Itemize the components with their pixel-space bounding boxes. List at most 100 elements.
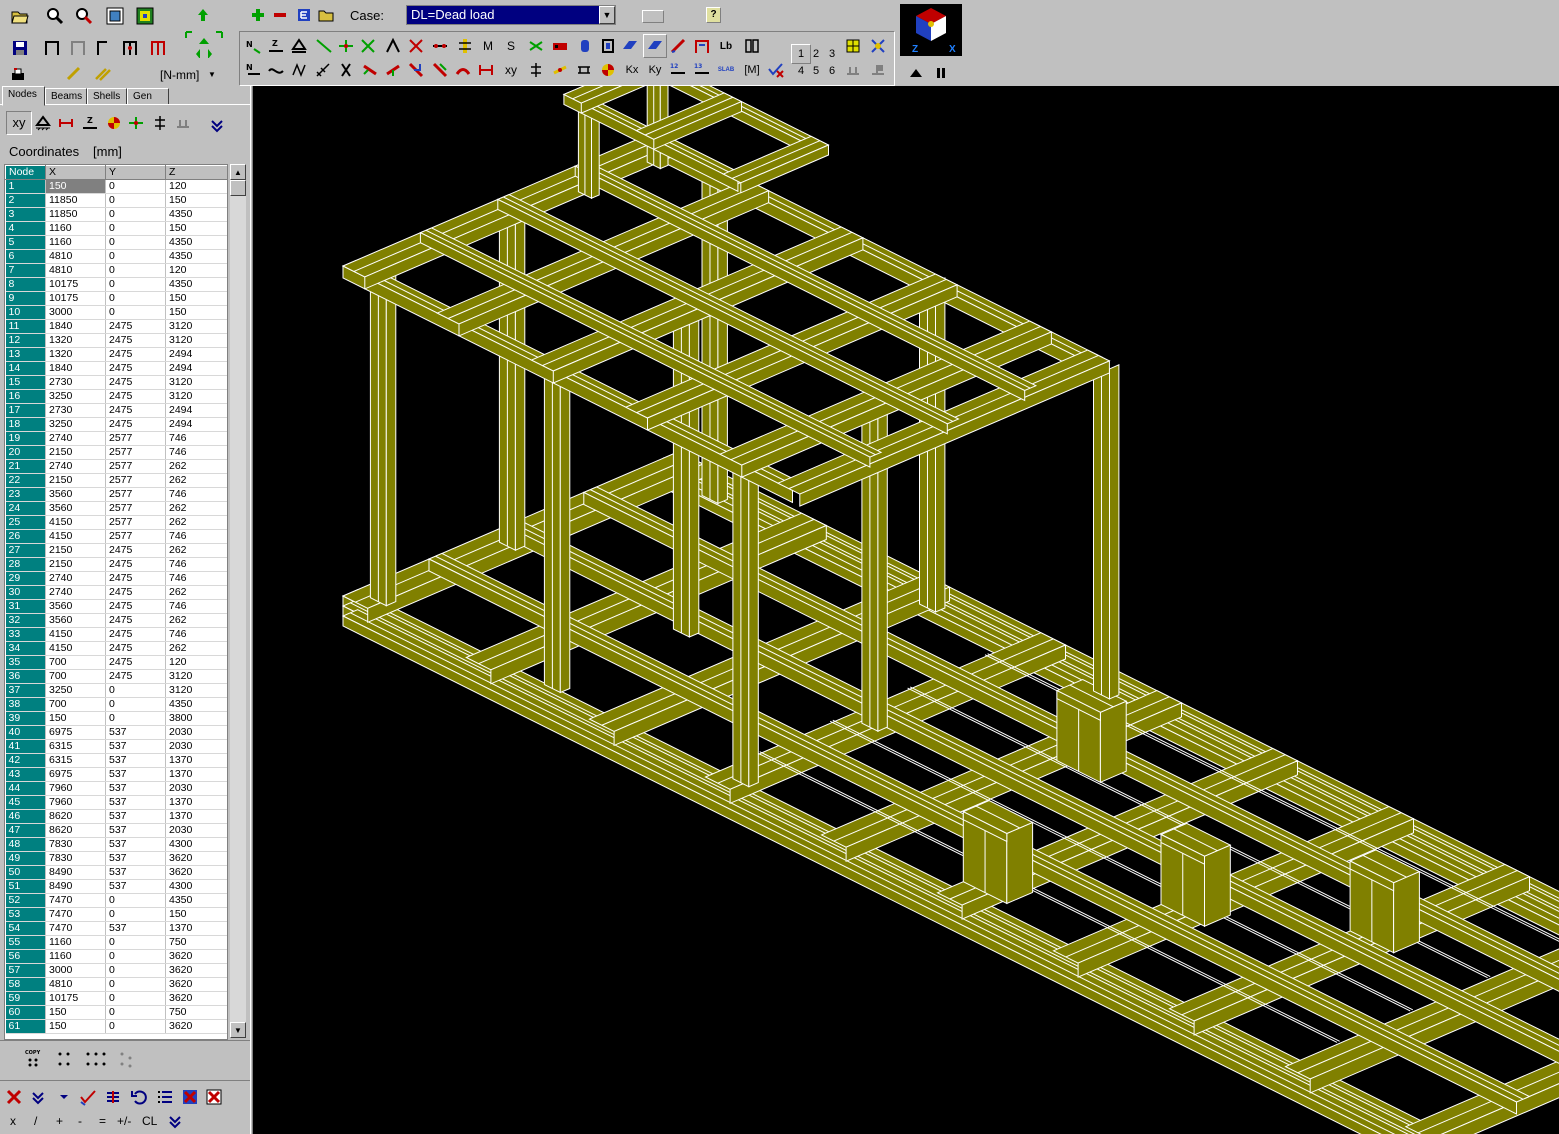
cell-z[interactable]: 746 xyxy=(165,431,227,446)
table-row[interactable]: 12 1320 2475 3120 xyxy=(5,333,227,348)
cell-x[interactable]: 150 xyxy=(45,1019,106,1034)
tab-shells[interactable]: Shells xyxy=(87,88,127,105)
member-m-button[interactable]: [M] xyxy=(742,60,762,80)
table-row[interactable]: 39 150 0 3800 xyxy=(5,711,227,726)
cell-x[interactable]: 7960 xyxy=(45,795,106,810)
hand-icon[interactable] xyxy=(575,36,595,56)
cell-z[interactable]: 2494 xyxy=(165,417,227,432)
cell-x[interactable]: 6315 xyxy=(45,739,106,754)
cell-x[interactable]: 2150 xyxy=(45,557,106,572)
section-icon[interactable] xyxy=(455,36,475,56)
cell-y[interactable]: 2577 xyxy=(105,487,166,502)
cell-z[interactable]: 262 xyxy=(165,501,227,516)
cell-y[interactable]: 537 xyxy=(105,851,166,866)
tab-nodes[interactable]: Nodes xyxy=(2,86,45,106)
cell-y[interactable]: 2475 xyxy=(105,669,166,684)
cell-node[interactable]: 15 xyxy=(5,375,46,390)
cell-z[interactable]: 746 xyxy=(165,571,227,586)
column[interactable] xyxy=(559,357,571,694)
cell-node[interactable]: 34 xyxy=(5,641,46,656)
dimension-icon[interactable] xyxy=(526,60,546,80)
cell-y[interactable]: 0 xyxy=(105,711,166,726)
edit-case-icon[interactable] xyxy=(294,5,314,25)
cell-x[interactable]: 7960 xyxy=(45,781,106,796)
cell-node[interactable]: 23 xyxy=(5,487,46,502)
beam-cross-icon[interactable] xyxy=(406,36,426,56)
cell-x[interactable]: 4150 xyxy=(45,529,106,544)
cell-y[interactable]: 2475 xyxy=(105,585,166,600)
node-split-icon[interactable] xyxy=(126,113,146,133)
table-row[interactable]: 9 10175 0 150 xyxy=(5,291,227,306)
table-row[interactable]: 13 1320 2475 2494 xyxy=(5,347,227,362)
cell-x[interactable]: 8620 xyxy=(45,809,106,824)
cell-z[interactable]: 4350 xyxy=(165,893,227,908)
moment-button[interactable]: M xyxy=(478,36,498,56)
numbered-frame-red-icon[interactable] xyxy=(148,38,168,58)
cell-y[interactable]: 0 xyxy=(105,1019,166,1034)
cell-y[interactable]: 537 xyxy=(105,865,166,880)
lb-button[interactable]: Lb xyxy=(716,36,736,56)
support-z-icon[interactable]: Z xyxy=(266,36,286,56)
cell-x[interactable]: 150 xyxy=(45,179,106,194)
check-rows-icon[interactable] xyxy=(78,1087,98,1107)
insert-rows-icon[interactable] xyxy=(103,1087,123,1107)
cell-y[interactable]: 0 xyxy=(105,1005,166,1020)
table-row[interactable]: 40 6975 537 2030 xyxy=(5,725,227,740)
cell-z[interactable]: 3620 xyxy=(165,991,227,1006)
cell-z[interactable]: 120 xyxy=(165,263,227,278)
dropdown-icon[interactable] xyxy=(54,1087,74,1107)
plate-load-icon[interactable] xyxy=(620,36,640,56)
cell-y[interactable]: 0 xyxy=(105,305,166,320)
cell-z[interactable]: 4300 xyxy=(165,879,227,894)
render-icon[interactable] xyxy=(135,6,155,26)
view-up-icon[interactable] xyxy=(906,63,926,83)
cell-y[interactable]: 2577 xyxy=(105,431,166,446)
table-row[interactable]: 48 7830 537 4300 xyxy=(5,837,227,852)
cell-z[interactable]: 2030 xyxy=(165,781,227,796)
save-icon[interactable] xyxy=(10,38,30,58)
cell-x[interactable]: 1160 xyxy=(45,221,106,236)
table-row[interactable]: 60 150 0 750 xyxy=(5,1005,227,1020)
zoom-icon[interactable] xyxy=(45,6,65,26)
cell-node[interactable]: 18 xyxy=(5,417,46,432)
table-row[interactable]: 47 8620 537 2030 xyxy=(5,823,227,838)
cell-node[interactable]: 8 xyxy=(5,277,46,292)
table-row[interactable]: 61 150 0 3620 xyxy=(5,1019,227,1034)
cell-z[interactable]: 3120 xyxy=(165,319,227,334)
units-label[interactable]: [N-mm] xyxy=(160,68,199,82)
table-row[interactable]: 32 3560 2475 262 xyxy=(5,613,227,628)
table-row[interactable]: 1 150 0 120 xyxy=(5,179,227,194)
beam-end-icon[interactable] xyxy=(453,60,473,80)
column[interactable] xyxy=(514,215,526,551)
cell-y[interactable]: 0 xyxy=(105,991,166,1006)
cell-z[interactable]: 262 xyxy=(165,585,227,600)
table-row[interactable]: 15 2730 2475 3120 xyxy=(5,375,227,390)
cell-node[interactable]: 55 xyxy=(5,935,46,950)
cell-node[interactable]: 21 xyxy=(5,459,46,474)
cell-z[interactable]: 746 xyxy=(165,487,227,502)
list-icon[interactable] xyxy=(155,1087,175,1107)
node-load-icon[interactable] xyxy=(550,60,570,80)
cell-z[interactable]: 3620 xyxy=(165,851,227,866)
cell-z[interactable]: 262 xyxy=(165,613,227,628)
view-3d-icon[interactable] xyxy=(105,6,125,26)
cell-z[interactable]: 262 xyxy=(165,515,227,530)
undo-icon[interactable] xyxy=(129,1087,149,1107)
cell-y[interactable]: 0 xyxy=(105,249,166,264)
cell-y[interactable]: 0 xyxy=(105,697,166,712)
cell-z[interactable]: 746 xyxy=(165,599,227,614)
hinge-support-icon[interactable] xyxy=(289,36,309,56)
table-row[interactable]: 35 700 2475 120 xyxy=(5,655,227,670)
table-row[interactable]: 37 3250 0 3120 xyxy=(5,683,227,698)
cell-x[interactable]: 10175 xyxy=(45,277,106,292)
scroll-down-icon[interactable]: ▼ xyxy=(230,1022,246,1038)
cell-x[interactable]: 10175 xyxy=(45,991,106,1006)
cell-node[interactable]: 9 xyxy=(5,291,46,306)
delete-support-icon[interactable] xyxy=(336,60,356,80)
cell-y[interactable]: 2475 xyxy=(105,543,166,558)
table-row[interactable]: 27 2150 2475 262 xyxy=(5,543,227,558)
scroll-thumb[interactable] xyxy=(230,180,246,196)
cell-node[interactable]: 44 xyxy=(5,781,46,796)
cell-node[interactable]: 42 xyxy=(5,753,46,768)
remove-case-icon[interactable] xyxy=(270,5,290,25)
